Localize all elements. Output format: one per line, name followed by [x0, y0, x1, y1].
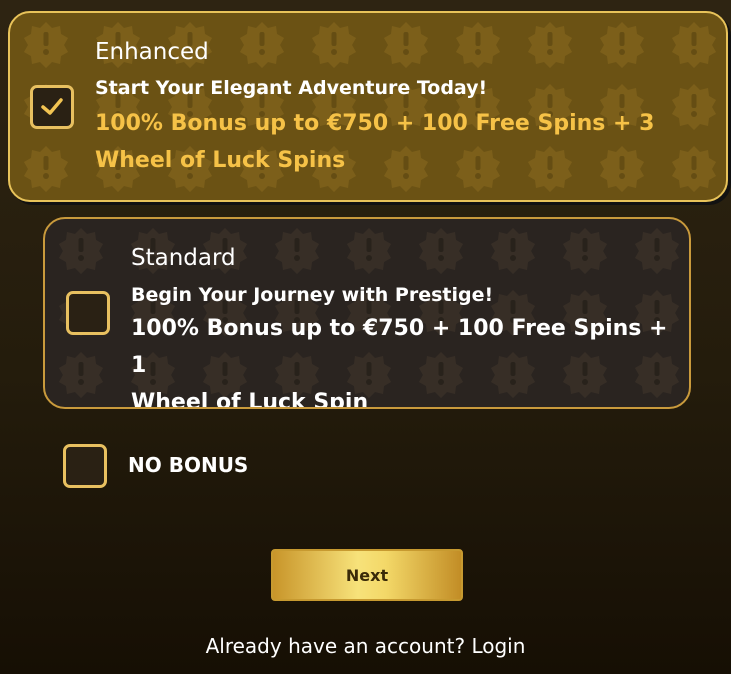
bonus-option-standard[interactable]: Standard Begin Your Journey with Prestig… — [43, 217, 691, 409]
next-button[interactable]: Next — [271, 549, 463, 601]
enhanced-offer-line2: Wheel of Luck Spins — [95, 148, 346, 173]
login-prompt: Already have an account? — [205, 634, 466, 658]
enhanced-subtitle: Start Your Elegant Adventure Today! — [95, 77, 488, 99]
standard-offer: 100% Bonus up to €750 + 100 Free Spins +… — [131, 310, 689, 409]
enhanced-offer: 100% Bonus up to €750 + 100 Free Spins +… — [95, 105, 654, 179]
standard-subtitle: Begin Your Journey with Prestige! — [131, 284, 494, 306]
standard-offer-line1: 100% Bonus up to €750 + 100 Free Spins +… — [131, 316, 668, 378]
enhanced-offer-line1: 100% Bonus up to €750 + 100 Free Spins +… — [95, 111, 655, 136]
bonus-option-enhanced[interactable]: Enhanced Start Your Elegant Adventure To… — [8, 11, 728, 202]
no-bonus-checkbox[interactable] — [63, 444, 107, 488]
standard-offer-line2: Wheel of Luck Spin — [131, 390, 369, 409]
standard-title: Standard — [131, 245, 236, 271]
no-bonus-label: NO BONUS — [128, 453, 249, 477]
login-prompt-line: Already have an account? Login — [0, 634, 731, 658]
enhanced-title: Enhanced — [95, 39, 209, 65]
enhanced-checkbox[interactable] — [30, 85, 74, 129]
check-icon — [41, 98, 63, 115]
login-link[interactable]: Login — [471, 634, 525, 658]
standard-checkbox[interactable] — [66, 291, 110, 335]
